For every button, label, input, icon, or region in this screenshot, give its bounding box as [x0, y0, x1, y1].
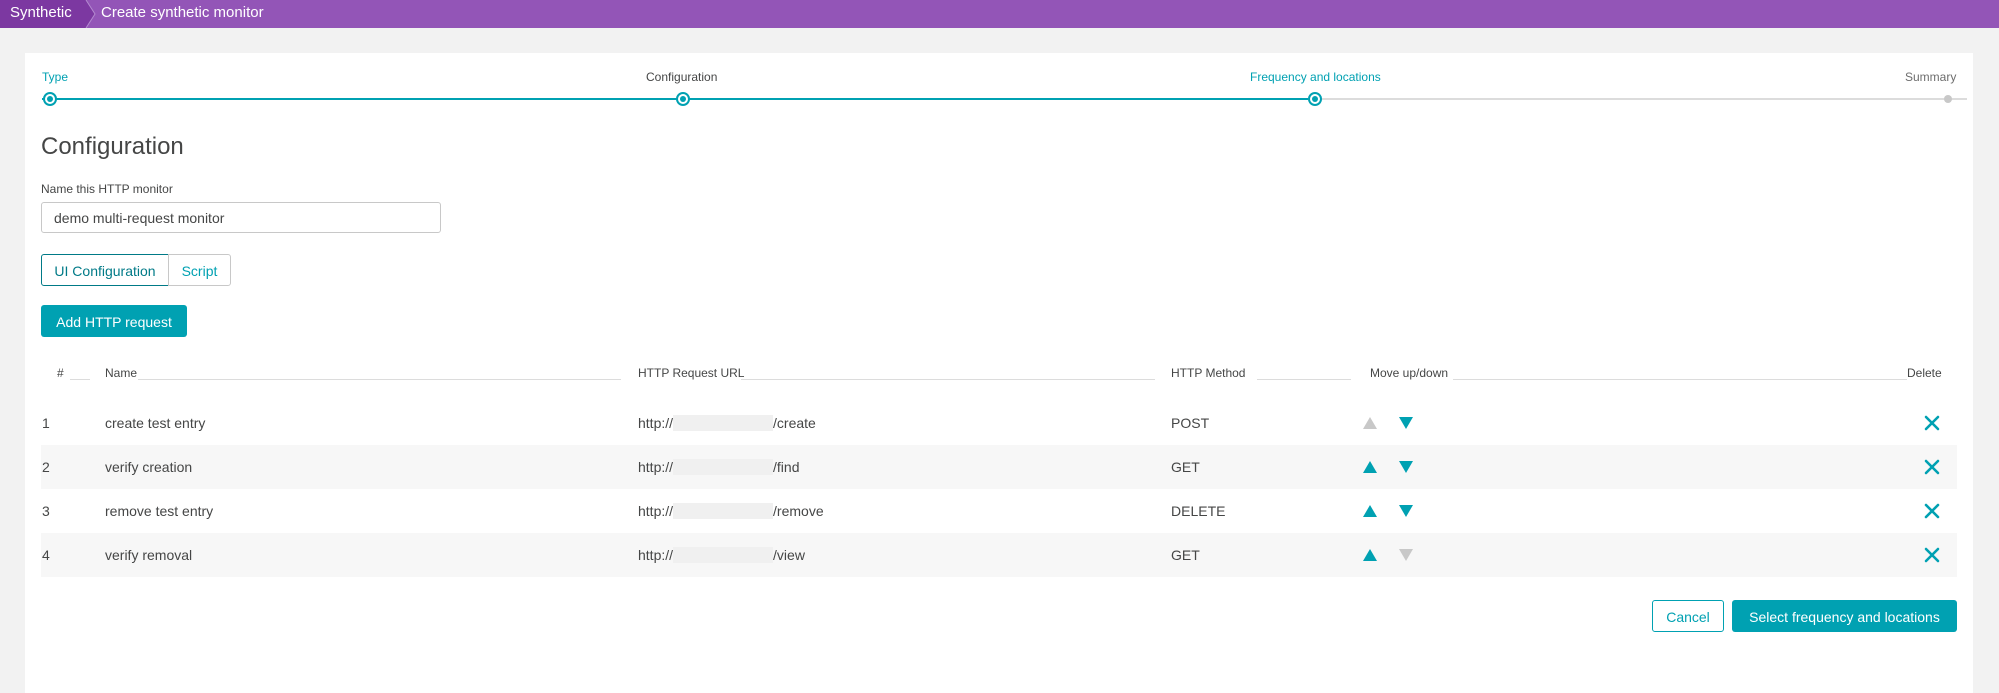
url-suffix: /remove	[773, 503, 824, 519]
redacted-host	[673, 502, 774, 519]
cancel-button[interactable]: Cancel	[1652, 600, 1724, 632]
header-divider	[1568, 379, 1907, 380]
url-suffix: /find	[773, 459, 800, 475]
step-configuration-label: Configuration	[646, 70, 718, 84]
header-divider	[1453, 379, 1583, 380]
tab-script[interactable]: Script	[168, 254, 231, 286]
step-configuration-dot	[676, 92, 690, 106]
breadcrumb-synthetic[interactable]: Synthetic	[0, 0, 86, 28]
delete-request-close-icon[interactable]	[1923, 414, 1941, 432]
add-http-request-button[interactable]: Add HTTP request	[41, 305, 187, 337]
monitor-name-label: Name this HTTP monitor	[41, 182, 173, 196]
header-divider	[741, 379, 1155, 380]
page-title: Configuration	[41, 133, 184, 160]
move-up-icon	[1363, 417, 1377, 429]
request-method: GET	[1171, 459, 1200, 475]
request-name: verify creation	[105, 459, 193, 475]
redacted-host	[673, 458, 774, 475]
url-prefix: http://	[638, 503, 674, 519]
step-summary-label: Summary	[1905, 70, 1957, 84]
move-up-icon[interactable]	[1363, 461, 1377, 473]
column-header-name: Name	[105, 366, 138, 380]
monitor-name-input[interactable]	[41, 202, 441, 233]
url-suffix: /create	[773, 415, 816, 431]
request-url: http:// /find	[638, 445, 800, 489]
breadcrumb-bar: Synthetic Create synthetic monitor	[0, 0, 1999, 28]
tab-ui-configuration[interactable]: UI Configuration	[41, 254, 169, 286]
request-name: remove test entry	[105, 503, 214, 519]
step-type-dot[interactable]	[43, 92, 57, 106]
url-prefix: http://	[638, 547, 674, 563]
step-frequency-label[interactable]: Frequency and locations	[1250, 70, 1381, 84]
request-url: http:// /create	[638, 401, 816, 445]
breadcrumb-current: Create synthetic monitor	[101, 4, 264, 21]
column-header-method: HTTP Method	[1171, 366, 1246, 380]
row-number: 3	[42, 503, 50, 519]
url-prefix: http://	[638, 415, 674, 431]
request-name: verify removal	[105, 547, 193, 563]
step-type-label[interactable]: Type	[42, 70, 68, 84]
table-row: 4 verify removal http:// /view GET	[41, 533, 1957, 577]
delete-request-close-icon[interactable]	[1923, 502, 1941, 520]
request-method: GET	[1171, 547, 1200, 563]
redacted-host	[673, 546, 774, 563]
breadcrumb-separator-icon	[84, 0, 96, 28]
step-frequency-dot[interactable]	[1308, 92, 1322, 106]
header-divider	[138, 379, 621, 380]
move-down-icon	[1399, 549, 1413, 561]
select-frequency-button[interactable]: Select frequency and locations	[1732, 600, 1957, 632]
wizard-card: Type Configuration Frequency and locatio…	[25, 53, 1973, 693]
column-header-url: HTTP Request URL	[638, 366, 745, 380]
column-header-number: #	[57, 366, 64, 380]
delete-request-close-icon[interactable]	[1923, 546, 1941, 564]
request-url: http:// /remove	[638, 489, 824, 533]
request-method: DELETE	[1171, 503, 1226, 519]
table-row: 1 create test entry http:// /create POST	[41, 401, 1957, 445]
row-number: 1	[42, 415, 50, 431]
move-down-icon[interactable]	[1399, 417, 1413, 429]
step-summary-dot	[1944, 95, 1952, 103]
move-down-icon[interactable]	[1399, 461, 1413, 473]
move-up-icon[interactable]	[1363, 549, 1377, 561]
request-name: create test entry	[105, 415, 206, 431]
move-up-icon[interactable]	[1363, 505, 1377, 517]
move-down-icon[interactable]	[1399, 505, 1413, 517]
column-header-delete: Delete	[1907, 366, 1942, 380]
url-suffix: /view	[773, 547, 805, 563]
request-url: http:// /view	[638, 533, 805, 577]
url-prefix: http://	[638, 459, 674, 475]
stepper-line-pending	[1315, 98, 1967, 100]
redacted-host	[673, 414, 774, 431]
header-divider	[70, 379, 90, 380]
stepper-line-complete	[42, 98, 1308, 100]
row-number: 4	[42, 547, 50, 563]
table-row: 2 verify creation http:// /find GET	[41, 445, 1957, 489]
row-number: 2	[42, 459, 50, 475]
table-row: 3 remove test entry http:// /remove DELET…	[41, 489, 1957, 533]
column-header-move: Move up/down	[1370, 366, 1449, 380]
header-divider	[1257, 379, 1351, 380]
delete-request-close-icon[interactable]	[1923, 458, 1941, 476]
request-method: POST	[1171, 415, 1210, 431]
